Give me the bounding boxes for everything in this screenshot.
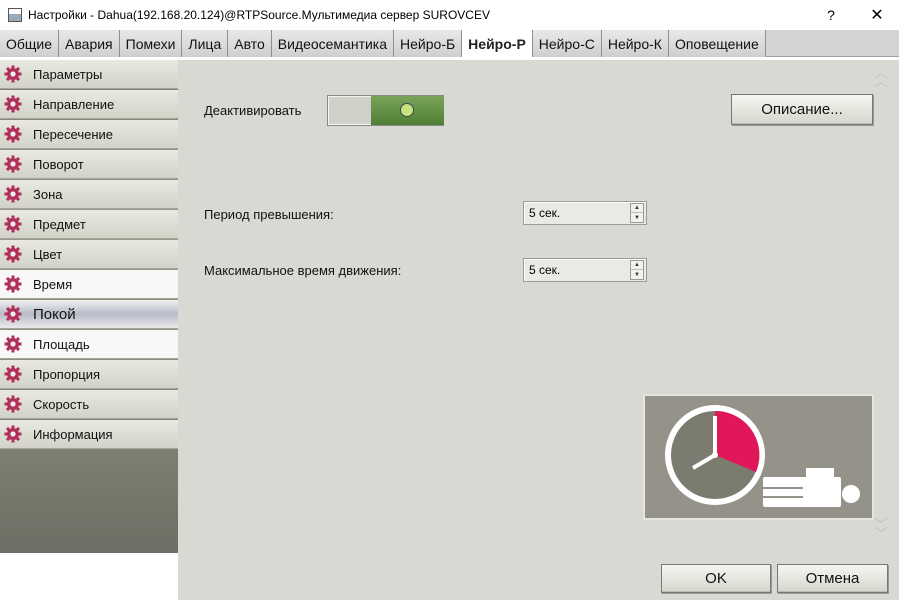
sidebar-item-zone[interactable]: Зона (0, 180, 178, 209)
toggle-on-segment (371, 96, 444, 125)
sidebar-item-crossing[interactable]: Пересечение (0, 120, 178, 149)
sidebar-item-label: Время (33, 276, 73, 292)
gear-icon (4, 365, 22, 383)
spin-up-icon[interactable]: ▲ (631, 261, 643, 270)
sidebar-item-object[interactable]: Предмет (0, 210, 178, 239)
tab-neuro-b[interactable]: Нейро-Б (394, 30, 463, 57)
gear-icon (4, 215, 22, 233)
max-time-value: 5 сек. (529, 263, 561, 277)
gear-icon (4, 245, 22, 263)
rest-illustration (643, 394, 874, 520)
gear-icon (4, 275, 22, 293)
sidebar-item-time[interactable]: Время (0, 270, 178, 299)
scroll-up-icon[interactable]: ︿ ︿ (873, 66, 889, 96)
sidebar-item-proportion[interactable]: Пропорция (0, 360, 178, 389)
sidebar: Параметры Направление Пересечение Поворо… (0, 60, 178, 553)
max-time-spin-buttons: ▲ ▼ (630, 260, 644, 280)
period-label: Период превышения: (204, 207, 334, 222)
sidebar-item-label: Информация (33, 426, 113, 442)
sidebar-item-label: Параметры (33, 66, 103, 82)
gear-icon (4, 305, 22, 323)
settings-panel: ︿ ︿ Деактивировать Описание... Период пре… (178, 60, 899, 600)
sidebar-item-area[interactable]: Площадь (0, 330, 178, 359)
sidebar-item-label: Скорость (33, 396, 90, 412)
scroll-down-icon[interactable]: ﹀ ﹀ (873, 518, 889, 548)
gear-icon (4, 395, 22, 413)
sidebar-item-label: Зона (33, 186, 63, 202)
sidebar-item-direction[interactable]: Направление (0, 90, 178, 119)
sidebar-item-speed[interactable]: Скорость (0, 390, 178, 419)
title-bar: Настройки - Dahua(192.168.20.124)@RTPSou… (0, 0, 899, 30)
sidebar-item-label: Площадь (33, 336, 90, 352)
sidebar-item-label: Пересечение (33, 126, 114, 142)
description-button[interactable]: Описание... (731, 94, 873, 125)
deactivate-toggle[interactable] (327, 95, 444, 126)
gear-icon (4, 65, 22, 83)
sidebar-item-parameters[interactable]: Параметры (0, 60, 178, 89)
max-time-label: Максимальное время движения: (204, 263, 402, 278)
tab-auto[interactable]: Авто (228, 30, 272, 57)
tab-interference[interactable]: Помехи (119, 30, 183, 57)
spin-up-icon[interactable]: ▲ (631, 204, 643, 213)
gear-icon (4, 335, 22, 353)
sidebar-item-rest[interactable]: Покой (0, 300, 178, 329)
gear-icon (4, 425, 22, 443)
sidebar-item-label: Пропорция (33, 366, 101, 382)
sidebar-item-information[interactable]: Информация (0, 420, 178, 449)
sidebar-item-color[interactable]: Цвет (0, 240, 178, 269)
tab-alarm[interactable]: Авария (59, 30, 120, 57)
period-spin-buttons: ▲ ▼ (630, 203, 644, 223)
sidebar-item-label: Поворот (33, 156, 84, 172)
clock-icon (665, 405, 860, 507)
deactivate-label: Деактивировать (204, 103, 302, 118)
gear-icon (4, 95, 22, 113)
sidebar-item-label: Цвет (33, 246, 63, 262)
sidebar-item-label: Предмет (33, 216, 86, 232)
period-value: 5 сек. (529, 206, 561, 220)
close-button[interactable]: ✕ (854, 0, 899, 30)
max-time-stepper[interactable]: 5 сек. ▲ ▼ (523, 258, 647, 282)
tab-bar: Общие Авария Помехи Лица Авто Видеосеман… (0, 30, 899, 57)
tab-neuro-s[interactable]: Нейро-С (532, 30, 602, 57)
sidebar-item-turn[interactable]: Поворот (0, 150, 178, 179)
tab-general[interactable]: Общие (0, 30, 60, 57)
sidebar-item-label: Покой (33, 305, 76, 323)
app-icon (8, 8, 22, 22)
gear-icon (4, 185, 22, 203)
period-stepper[interactable]: 5 сек. ▲ ▼ (523, 201, 647, 225)
spin-down-icon[interactable]: ▼ (631, 213, 643, 222)
window-title: Настройки - Dahua(192.168.20.124)@RTPSou… (28, 8, 490, 22)
tab-notification[interactable]: Оповещение (668, 30, 766, 57)
cancel-button[interactable]: Отмена (777, 564, 888, 593)
lying-person-icon (763, 468, 860, 507)
tab-faces[interactable]: Лица (182, 30, 229, 57)
ok-button[interactable]: OK (661, 564, 771, 593)
gear-icon (4, 125, 22, 143)
tab-video-semantics[interactable]: Видеосемантика (271, 30, 395, 57)
spin-down-icon[interactable]: ▼ (631, 270, 643, 279)
sidebar-item-label: Направление (33, 96, 115, 112)
tab-neuro-k[interactable]: Нейро-К (601, 30, 669, 57)
gear-icon (4, 155, 22, 173)
tab-neuro-r[interactable]: Нейро-Р (462, 30, 533, 57)
help-button[interactable]: ? (808, 0, 854, 30)
toggle-knob (400, 103, 414, 117)
